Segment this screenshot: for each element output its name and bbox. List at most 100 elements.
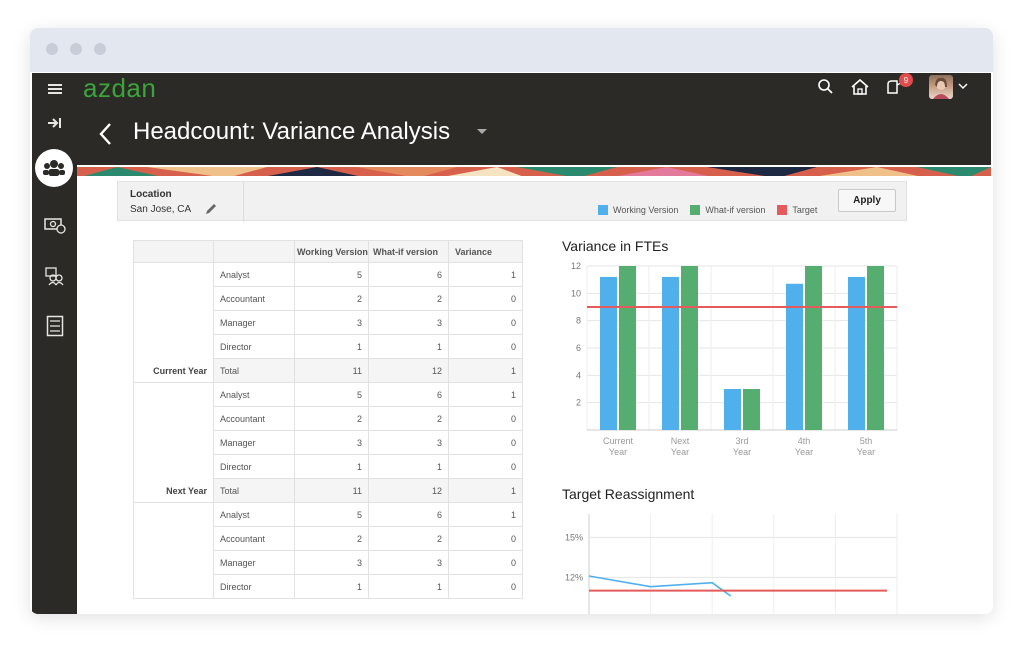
cell-what-if-version[interactable]: 2 [368,286,449,311]
x-tick-label: Year [795,447,813,457]
cell-variance[interactable]: 1 [448,478,523,503]
user-menu-chevron-icon[interactable] [957,81,969,91]
cell-working-version[interactable]: 2 [294,286,369,311]
column-header-working-version[interactable]: Working Version [294,240,369,263]
cell-working-version[interactable]: 2 [294,406,369,431]
bar-working-version [786,283,803,430]
app-logo[interactable]: azdan [83,73,156,104]
chart-legend: Working Version What-if version Target [598,205,817,215]
bar-what-if-version [867,266,884,430]
cell-working-version[interactable]: 5 [294,262,369,287]
cell-what-if-version[interactable]: 1 [368,454,449,479]
page-title: Headcount: Variance Analysis [133,118,451,145]
cell-what-if-version[interactable]: 6 [368,382,449,407]
menu-icon[interactable] [32,77,77,101]
bar-working-version [600,276,617,430]
cell-variance[interactable]: 1 [448,382,523,407]
back-chevron-icon[interactable] [91,119,121,149]
cell-what-if-version[interactable]: 3 [368,550,449,575]
target-reassignment-line-chart: 15% 12% [565,514,898,614]
table-row: Analyst 5 6 1 [133,502,523,599]
y-tick-label: 12% [565,572,583,582]
cell-variance[interactable]: 0 [448,310,523,335]
cell-variance[interactable]: 0 [448,286,523,311]
x-tick-label: 4th [798,436,811,446]
cell-what-if-version[interactable]: 6 [368,502,449,527]
group-icon[interactable] [32,264,77,288]
cell-what-if-version[interactable]: 2 [368,406,449,431]
cell-variance[interactable]: 1 [448,502,523,527]
legend-item[interactable]: Working Version [598,205,678,215]
column-header-variance[interactable]: Variance [448,240,523,263]
cell-working-version[interactable]: 1 [294,334,369,359]
cell-working-version[interactable]: 1 [294,454,369,479]
table-row: Current Year Analyst 5 6 1 [133,262,523,383]
cell-variance[interactable]: 0 [448,574,523,599]
legend-item[interactable]: Target [777,205,817,215]
window-close-dot[interactable] [46,43,58,55]
cell-variance[interactable]: 0 [448,334,523,359]
cell-what-if-version[interactable]: 1 [368,574,449,599]
cell-variance[interactable]: 0 [448,526,523,551]
bar-what-if-version [681,266,698,430]
cell-working-version[interactable]: 3 [294,310,369,335]
cell-what-if-version[interactable]: 3 [368,310,449,335]
cell-working-version[interactable]: 2 [294,526,369,551]
variance-bar-chart: 24681012CurrentYearNextYear3rdYear4thYea… [571,261,898,457]
row-label: Accountant [213,286,295,311]
cell-what-if-version[interactable]: 1 [368,334,449,359]
cell-variance[interactable]: 0 [448,430,523,455]
apply-button[interactable]: Apply [838,189,896,212]
top-bar: azdan Headcount: Variance Analysis 9 [77,73,991,165]
checklist-icon[interactable] [32,314,77,338]
cell-working-version[interactable]: 5 [294,382,369,407]
team-icon[interactable] [35,149,73,187]
column-header-what-if-version[interactable]: What-if version [368,240,449,263]
cell-working-version[interactable]: 3 [294,550,369,575]
row-group-label: Current Year [133,262,214,383]
window-maximize-dot[interactable] [94,43,106,55]
title-dropdown-icon[interactable] [477,129,487,134]
row-label: Manager [213,550,295,575]
cell-variance[interactable]: 0 [448,550,523,575]
money-icon[interactable] [32,213,77,237]
row-group-label: Next Year [133,382,214,503]
row-label: Accountant [213,406,295,431]
bar-working-version [662,276,679,430]
cell-variance[interactable]: 0 [448,454,523,479]
row-label: Analyst [213,382,295,407]
cell-what-if-version[interactable]: 12 [368,478,449,503]
x-tick-label: Year [671,447,689,457]
bar-working-version [724,389,741,430]
main-content: Location San Jose, CA Apply Working Vers… [77,176,991,614]
row-label: Director [213,334,295,359]
app: azdan Headcount: Variance Analysis 9 Loc… [32,73,991,614]
cell-working-version[interactable]: 5 [294,502,369,527]
cell-working-version[interactable]: 11 [294,358,369,383]
y-tick-label: 2 [576,398,581,408]
cell-working-version[interactable]: 3 [294,430,369,455]
avatar[interactable] [929,75,953,99]
bar-what-if-version [805,266,822,430]
cell-variance[interactable]: 1 [448,358,523,383]
cell-working-version[interactable]: 1 [294,574,369,599]
edit-pencil-icon[interactable] [204,202,218,216]
row-label: Director [213,454,295,479]
cell-what-if-version[interactable]: 6 [368,262,449,287]
cell-variance[interactable]: 0 [448,406,523,431]
decorative-banner [77,165,991,176]
bar-working-version [848,276,865,430]
cell-what-if-version[interactable]: 3 [368,430,449,455]
search-icon[interactable] [813,76,839,98]
table-header-cell [133,240,214,263]
cell-working-version[interactable]: 11 [294,478,369,503]
legend-item[interactable]: What-if version [690,205,765,215]
cell-what-if-version[interactable]: 2 [368,526,449,551]
bar-what-if-version [619,266,636,430]
cell-variance[interactable]: 1 [448,262,523,287]
cell-what-if-version[interactable]: 12 [368,358,449,383]
home-icon[interactable] [847,76,873,98]
bar-what-if-version [743,389,760,430]
window-minimize-dot[interactable] [70,43,82,55]
collapse-arrow-icon[interactable] [32,111,77,135]
